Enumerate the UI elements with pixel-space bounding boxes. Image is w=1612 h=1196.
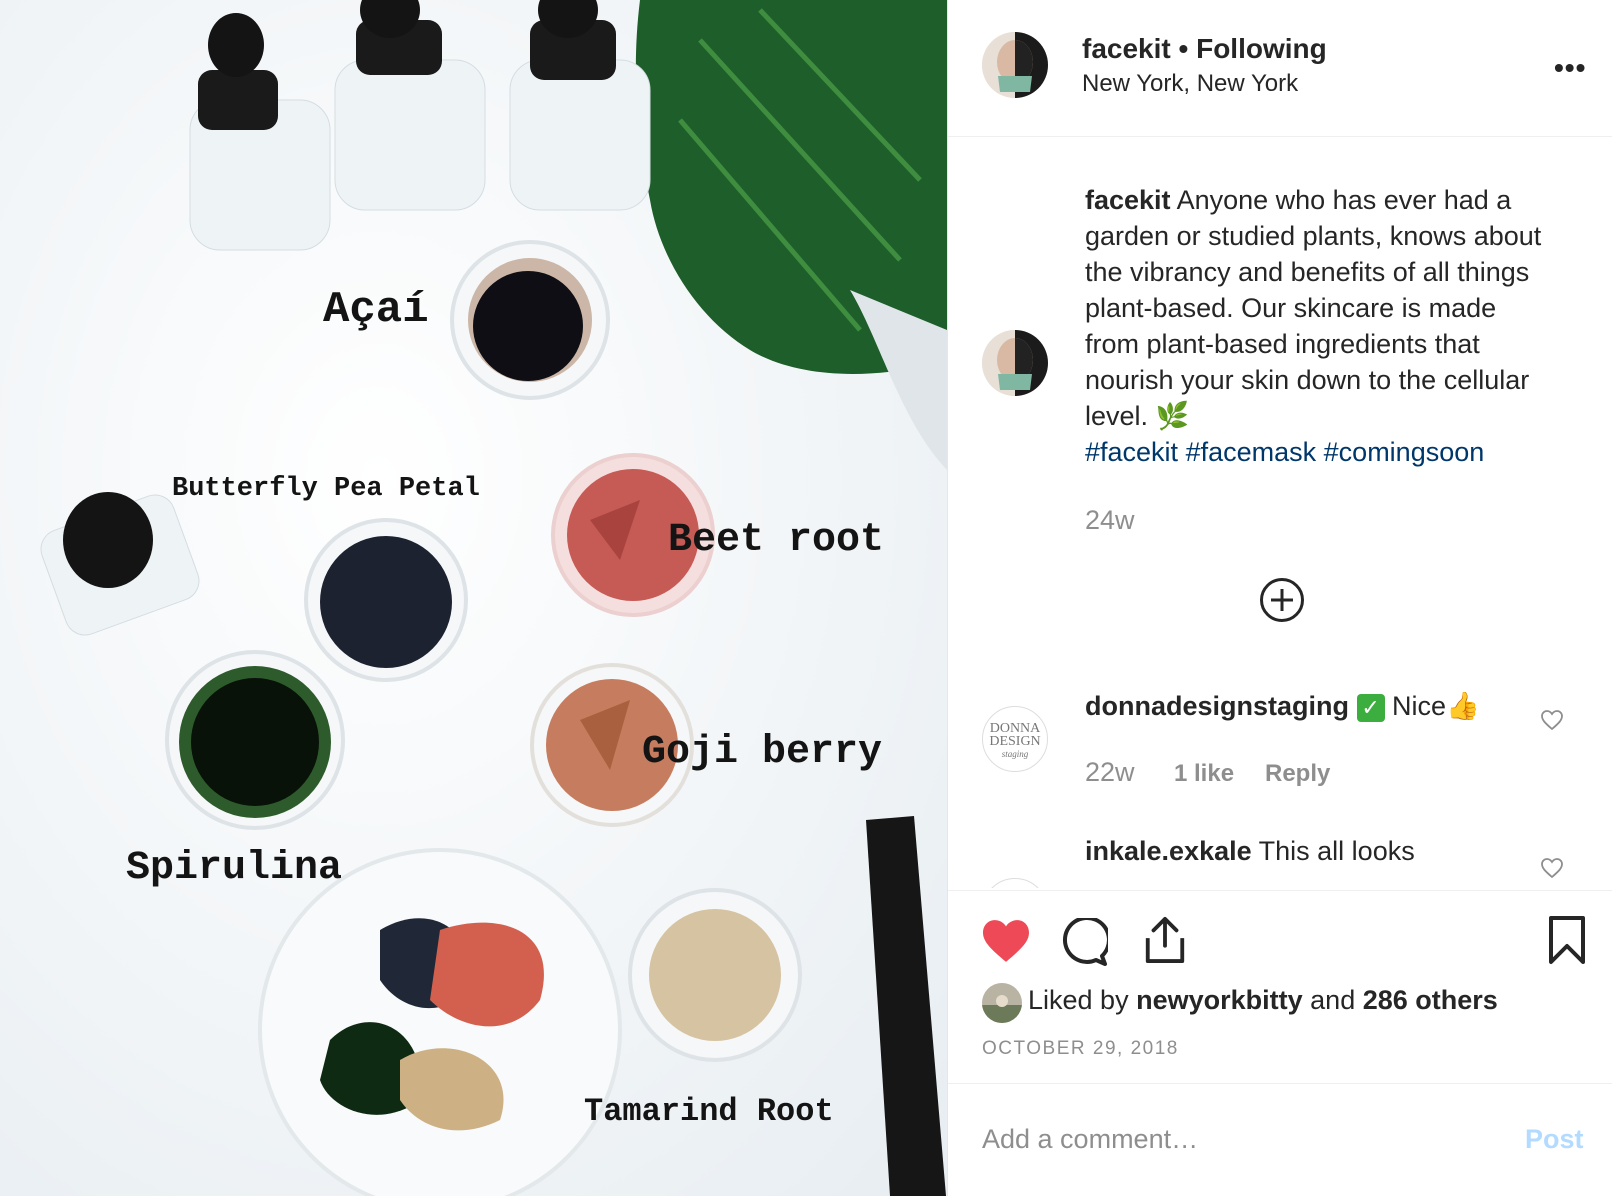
label-spirulina: Spirulina xyxy=(126,846,343,891)
save-bookmark-icon[interactable] xyxy=(1546,914,1588,966)
label-goji-berry: Goji berry xyxy=(642,730,883,775)
donna-design-logo: DONNA DESIGN staging xyxy=(989,721,1041,760)
comment-2-text: This all looks xyxy=(1258,836,1415,866)
label-butterfly-pea: Butterfly Pea Petal xyxy=(172,474,480,504)
comment-box-divider xyxy=(948,1083,1612,1084)
inkale-avatar[interactable] xyxy=(982,878,1048,888)
liked-and: and xyxy=(1310,985,1356,1015)
post-date[interactable]: OCTOBER 29, 2018 xyxy=(982,1038,1179,1060)
load-more-comments-icon[interactable] xyxy=(1260,578,1304,622)
post-panel: facekit • Following New York, New York •… xyxy=(947,0,1612,1196)
header-location[interactable]: New York, New York xyxy=(1082,70,1298,98)
post-caption: facekit Anyone who has ever had a garden… xyxy=(1085,182,1555,470)
donnadesign-avatar[interactable]: DONNA DESIGN staging xyxy=(982,706,1048,772)
comment-1: donnadesignstaging ✓ Nice👍 xyxy=(1085,690,1480,722)
face-mask-avatar-icon xyxy=(982,32,1048,98)
likes-summary: Liked by newyorkbitty and 286 others xyxy=(1028,985,1498,1016)
caption-avatar[interactable] xyxy=(982,330,1048,396)
liked-others[interactable]: 286 others xyxy=(1363,985,1498,1015)
face-mask-avatar-icon xyxy=(982,330,1048,396)
comment-1-username[interactable]: donnadesignstaging xyxy=(1085,691,1349,721)
like-heart-icon[interactable] xyxy=(980,918,1032,964)
label-acai: Açaí xyxy=(323,285,429,335)
share-upload-icon[interactable] xyxy=(1142,914,1188,966)
check-mark-icon: ✓ xyxy=(1356,693,1385,722)
header-username[interactable]: facekit xyxy=(1082,33,1171,64)
comment-2-like-icon[interactable] xyxy=(1540,856,1564,880)
caption-username[interactable]: facekit xyxy=(1085,185,1171,215)
liker-photo-icon xyxy=(982,983,1022,1023)
comment-2: inkale.exkale This all looks xyxy=(1085,836,1415,867)
following-button[interactable]: Following xyxy=(1196,33,1327,64)
post-header: facekit • Following New York, New York •… xyxy=(948,0,1612,137)
photo-illustration xyxy=(0,0,947,1196)
add-comment-input[interactable]: Add a comment… xyxy=(982,1124,1198,1155)
hashtag-facemask[interactable]: #facemask xyxy=(1186,437,1317,467)
hashtag-comingsoon[interactable]: #comingsoon xyxy=(1324,437,1485,467)
header-title: facekit • Following xyxy=(1082,33,1327,65)
post-comment-button[interactable]: Post xyxy=(1525,1124,1584,1155)
more-options-icon[interactable]: ••• xyxy=(1554,52,1586,84)
liker-avatar[interactable] xyxy=(982,983,1022,1023)
post-photo[interactable]: Açaí Butterfly Pea Petal Beet root Goji … xyxy=(0,0,947,1196)
header-separator: • xyxy=(1178,33,1189,64)
comment-1-likes[interactable]: 1 like xyxy=(1174,760,1234,788)
comment-2-username[interactable]: inkale.exkale xyxy=(1085,836,1252,866)
liked-prefix: Liked by xyxy=(1028,985,1129,1015)
label-beet-root: Beet root xyxy=(668,518,885,563)
comment-1-time[interactable]: 22w xyxy=(1085,757,1135,788)
comment-1-like-icon[interactable] xyxy=(1540,708,1564,732)
actions-divider xyxy=(948,890,1612,891)
comment-2-clip: inkale.exkale This all looks xyxy=(948,830,1612,888)
comment-1-reply-button[interactable]: Reply xyxy=(1265,760,1330,788)
facekit-avatar[interactable] xyxy=(982,32,1048,98)
caption-time[interactable]: 24w xyxy=(1085,505,1135,536)
caption-text: Anyone who has ever had a garden or stud… xyxy=(1085,185,1542,431)
label-tamarind-root: Tamarind Root xyxy=(584,1093,834,1130)
liked-user[interactable]: newyorkbitty xyxy=(1136,985,1303,1015)
comment-bubble-icon[interactable] xyxy=(1060,918,1108,966)
comment-1-text: Nice👍 xyxy=(1392,691,1480,721)
hashtag-facekit[interactable]: #facekit xyxy=(1085,437,1178,467)
